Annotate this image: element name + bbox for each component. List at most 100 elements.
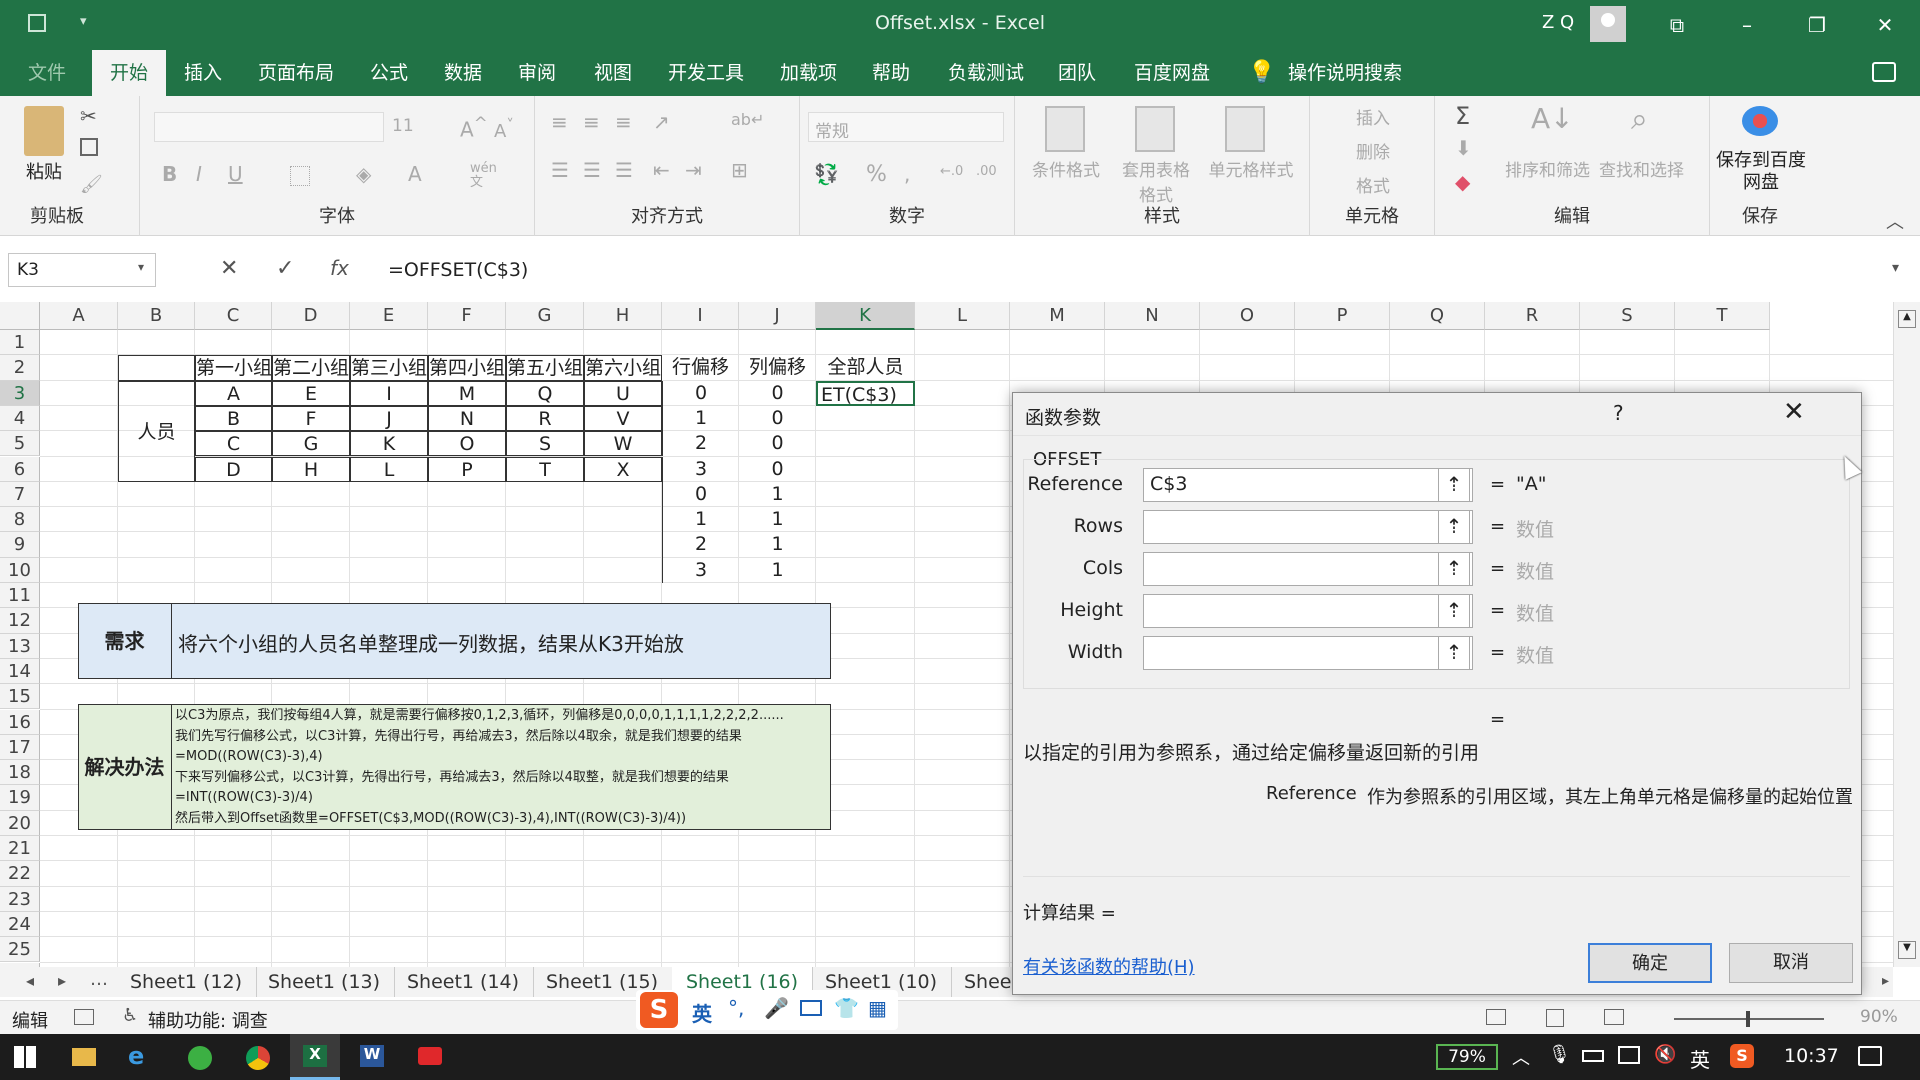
- row-header[interactable]: 10: [0, 557, 40, 583]
- insert-cells-button[interactable]: 插入: [1356, 104, 1390, 129]
- member-cell[interactable]: O: [428, 431, 506, 457]
- underline-icon[interactable]: U: [228, 162, 243, 186]
- row-header[interactable]: 8: [0, 507, 40, 533]
- zoom-level[interactable]: 90%: [1860, 1007, 1898, 1027]
- row-header[interactable]: 19: [0, 785, 40, 811]
- col-offset-cell[interactable]: 0: [739, 457, 816, 482]
- format-table-button[interactable]: 套用表格格式: [1121, 156, 1191, 206]
- border-icon[interactable]: [290, 166, 310, 186]
- active-cell-k3[interactable]: ET(C$3): [816, 380, 915, 406]
- group-header-cell[interactable]: 第一小组: [195, 355, 272, 381]
- row-header[interactable]: 3: [0, 380, 40, 406]
- collapse-dialog-icon[interactable]: ⇡: [1438, 510, 1470, 544]
- tab-team[interactable]: 团队: [1044, 50, 1110, 96]
- tab-review[interactable]: 审阅: [504, 50, 570, 96]
- row-label-cell[interactable]: 人员: [118, 380, 195, 482]
- row-offset-cell[interactable]: 3: [662, 557, 739, 583]
- autosum-icon[interactable]: Σ: [1455, 102, 1470, 130]
- find-select-button[interactable]: 查找和选择: [1599, 156, 1684, 181]
- row-header[interactable]: 4: [0, 405, 40, 432]
- sheet-tab[interactable]: Sheet1 (12): [116, 967, 258, 997]
- more-sheets-icon[interactable]: …: [90, 969, 108, 990]
- cancel-button[interactable]: 取消: [1729, 943, 1853, 983]
- column-header[interactable]: G: [506, 302, 584, 330]
- next-sheet-icon[interactable]: ▸: [58, 971, 66, 990]
- bold-icon[interactable]: B: [162, 162, 177, 186]
- member-cell[interactable]: M: [428, 380, 506, 406]
- member-cell[interactable]: X: [584, 456, 662, 482]
- tray-mic-icon[interactable]: 🎙: [1548, 1044, 1571, 1065]
- col-offset-cell[interactable]: 1: [739, 558, 816, 583]
- tray-battery-icon[interactable]: [1582, 1050, 1604, 1062]
- tray-network-icon[interactable]: [1618, 1046, 1640, 1064]
- member-cell[interactable]: B: [195, 405, 272, 432]
- start-icon[interactable]: [14, 1046, 36, 1068]
- table-corner-cell[interactable]: [118, 355, 195, 381]
- format-painter-icon[interactable]: 🖌: [80, 174, 103, 195]
- enter-icon[interactable]: ✓: [276, 256, 294, 281]
- all-members-header[interactable]: 全部人员: [816, 355, 915, 380]
- member-cell[interactable]: N: [428, 405, 506, 432]
- align-right-icon[interactable]: ☰: [615, 158, 633, 182]
- accessibility-status[interactable]: 辅助功能: 调查: [148, 1007, 268, 1033]
- tab-formulas[interactable]: 公式: [356, 50, 422, 96]
- increase-indent-icon[interactable]: ⇥: [685, 158, 702, 182]
- row-header[interactable]: 1: [0, 330, 40, 356]
- format-table-icon[interactable]: [1135, 106, 1175, 152]
- dialog-help-button[interactable]: ?: [1613, 401, 1624, 425]
- member-cell[interactable]: E: [272, 380, 350, 406]
- vertical-scrollbar[interactable]: ▲ ▼: [1893, 302, 1920, 967]
- delete-cells-button[interactable]: 删除: [1356, 138, 1390, 163]
- col-offset-cell[interactable]: 1: [739, 507, 816, 532]
- member-cell[interactable]: F: [272, 405, 350, 432]
- excel-taskbar-icon[interactable]: X: [290, 1034, 340, 1080]
- battery-indicator[interactable]: 79%: [1436, 1044, 1498, 1070]
- column-header[interactable]: P: [1295, 302, 1390, 330]
- tray-up-icon[interactable]: ︿: [1512, 1044, 1530, 1070]
- tell-me-search[interactable]: 操作说明搜索: [1274, 50, 1416, 96]
- fill-color-icon[interactable]: ◈: [356, 162, 371, 186]
- voice-icon[interactable]: 🎤: [764, 996, 789, 1020]
- ok-button[interactable]: 确定: [1588, 943, 1712, 983]
- page-break-view-icon[interactable]: [1604, 1009, 1624, 1025]
- punctuation-icon[interactable]: °,: [728, 996, 744, 1020]
- column-header[interactable]: Q: [1390, 302, 1485, 330]
- row-header[interactable]: 21: [0, 836, 40, 862]
- merge-center-icon[interactable]: ⊞: [731, 158, 748, 182]
- column-header[interactable]: B: [118, 302, 195, 330]
- sogou-icon[interactable]: S: [640, 992, 678, 1028]
- row-header[interactable]: 15: [0, 684, 40, 710]
- minimize-button[interactable]: –: [1730, 8, 1764, 42]
- member-cell[interactable]: H: [272, 456, 350, 482]
- row-offset-cell[interactable]: 0: [662, 481, 739, 508]
- column-header[interactable]: I: [662, 302, 739, 330]
- paste-icon[interactable]: [24, 106, 64, 156]
- collapse-dialog-icon[interactable]: ⇡: [1438, 594, 1470, 628]
- arg-input-height[interactable]: [1143, 594, 1473, 628]
- tray-sogou-icon[interactable]: S: [1730, 1044, 1754, 1068]
- cancel-icon[interactable]: ✕: [220, 256, 238, 281]
- decrease-decimal-icon[interactable]: .00: [976, 164, 997, 179]
- column-header[interactable]: M: [1010, 302, 1105, 330]
- col-offset-header[interactable]: 列偏移: [739, 355, 816, 380]
- align-bottom-icon[interactable]: ≡: [615, 110, 632, 134]
- prev-sheet-icon[interactable]: ◂: [26, 971, 34, 990]
- member-cell[interactable]: D: [195, 456, 272, 482]
- font-color-icon[interactable]: A: [408, 162, 422, 186]
- row-offset-cell[interactable]: 0: [662, 380, 739, 406]
- sheet-tab[interactable]: Sheet1 (13): [254, 967, 396, 997]
- arg-input-rows[interactable]: [1143, 510, 1473, 544]
- row-header[interactable]: 6: [0, 456, 40, 482]
- clear-icon[interactable]: ◆: [1455, 170, 1470, 194]
- member-cell[interactable]: R: [506, 405, 584, 432]
- row-header[interactable]: 2: [0, 355, 40, 381]
- col-offset-cell[interactable]: 1: [739, 532, 816, 557]
- member-cell[interactable]: P: [428, 456, 506, 482]
- cell-styles-icon[interactable]: [1225, 106, 1265, 152]
- row-header[interactable]: 22: [0, 861, 40, 887]
- row-offset-header[interactable]: 行偏移: [662, 355, 739, 380]
- phonetic-icon[interactable]: wén 文: [470, 162, 500, 190]
- column-header[interactable]: H: [584, 302, 662, 330]
- save-baidu-button[interactable]: 保存到百度网盘: [1716, 150, 1806, 194]
- member-cell[interactable]: W: [584, 431, 662, 457]
